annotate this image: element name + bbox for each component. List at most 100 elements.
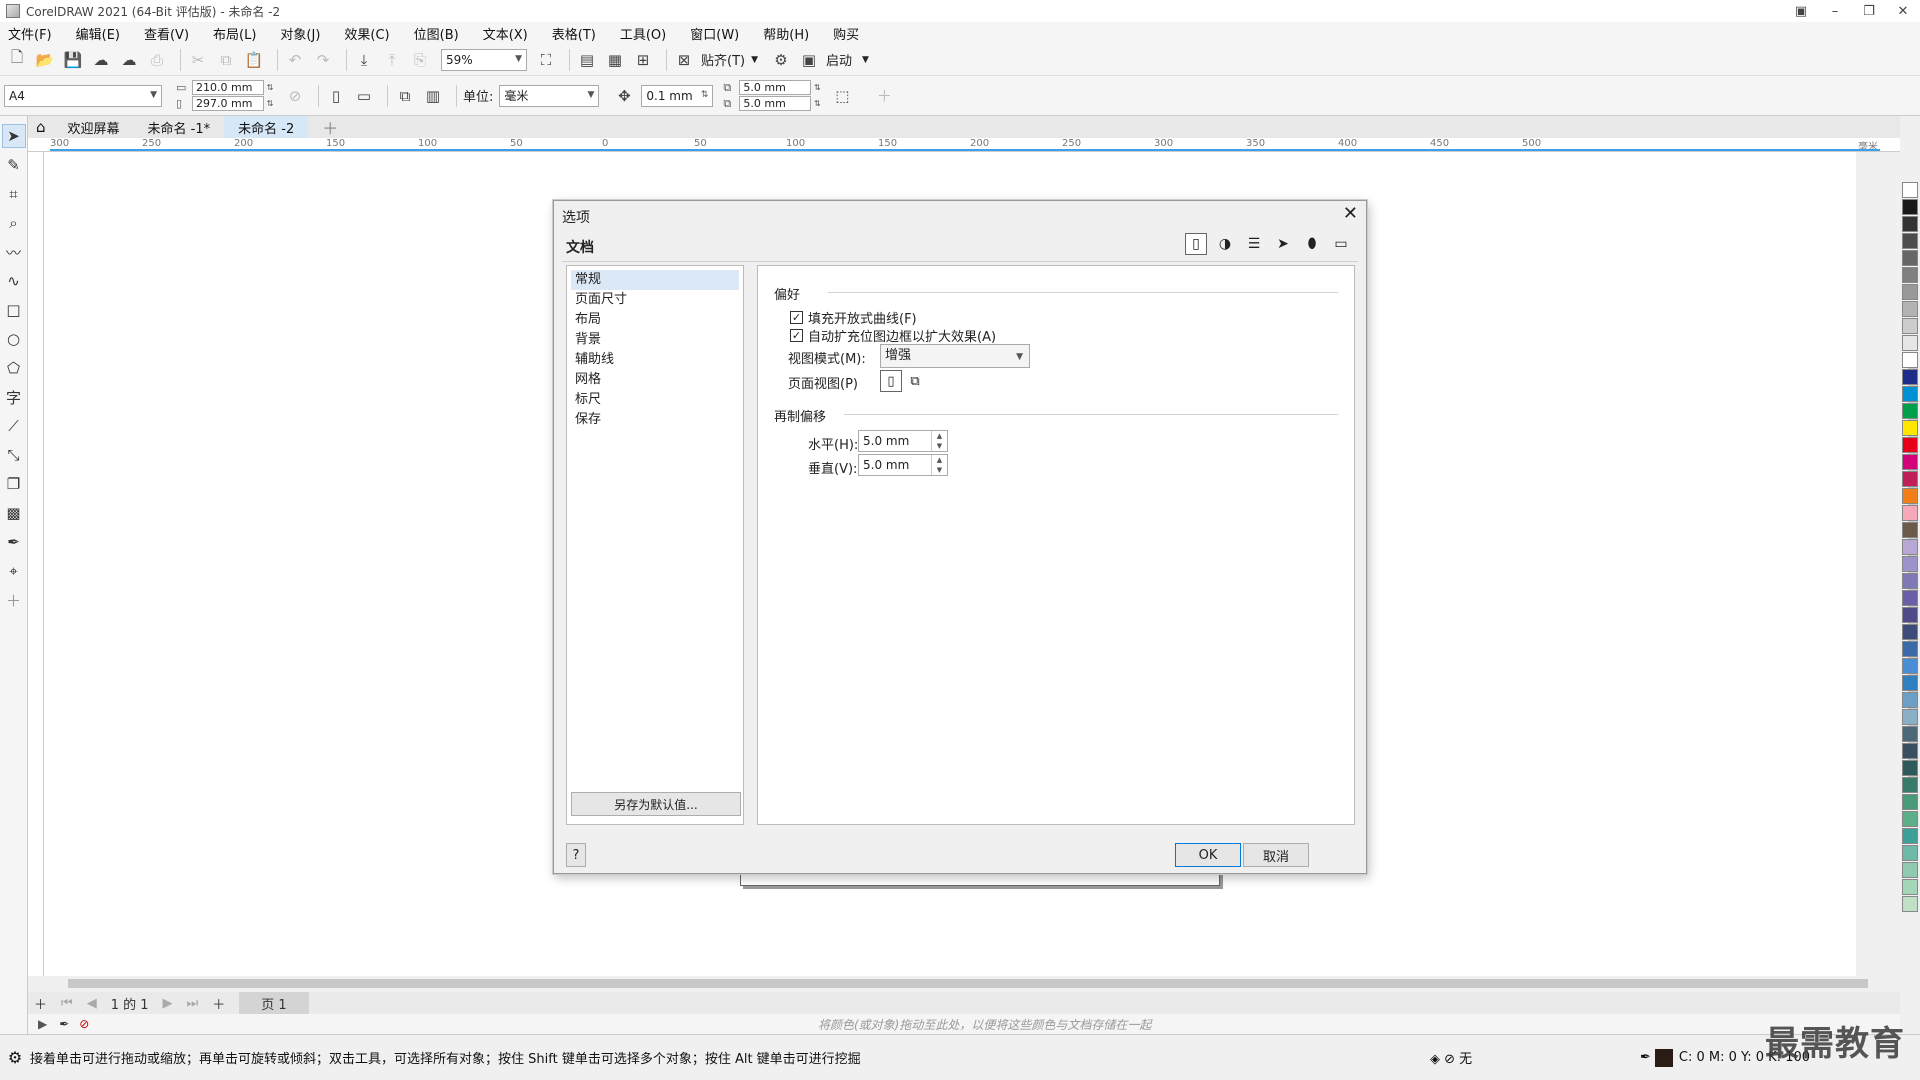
color-swatch[interactable] <box>1902 556 1918 572</box>
next-page-icon[interactable]: ▶ <box>163 996 173 1011</box>
color-swatch[interactable] <box>1902 233 1918 249</box>
show-guidelines-icon[interactable]: ⊞ <box>632 49 654 71</box>
color-swatch[interactable] <box>1902 641 1918 657</box>
color-swatch[interactable] <box>1902 896 1918 912</box>
paste-icon[interactable]: 📋 <box>243 49 265 71</box>
no-color-icon[interactable]: ⊘ <box>79 1017 89 1031</box>
scroll-thumb[interactable] <box>68 979 1868 988</box>
interactive-fill-icon[interactable]: ⌖ <box>2 559 26 583</box>
menu-tools[interactable]: 工具(O) <box>620 24 666 43</box>
spinner-icon[interactable]: ⇅ <box>811 83 823 92</box>
snap-off-icon[interactable]: ⊠ <box>673 49 695 71</box>
menu-buy[interactable]: 购买 <box>833 24 859 43</box>
color-swatch[interactable] <box>1902 250 1918 266</box>
color-swatch[interactable] <box>1902 318 1918 334</box>
last-page-icon[interactable]: ⏭ <box>187 996 199 1011</box>
color-swatch[interactable] <box>1902 335 1918 351</box>
add-page-icon[interactable]: ＋ <box>34 994 47 1013</box>
global-settings-icon[interactable]: ☰ <box>1243 233 1265 255</box>
menu-object[interactable]: 对象(J) <box>280 24 320 43</box>
eyedropper-icon[interactable]: ✒ <box>59 1017 69 1031</box>
color-swatch[interactable] <box>1902 352 1918 368</box>
menu-view[interactable]: 查看(V) <box>144 24 189 43</box>
dup-v-input[interactable]: 5.0 mm <box>739 96 812 111</box>
color-swatch[interactable] <box>1902 675 1918 691</box>
vertical-offset-input[interactable]: 5.0 mm ▲ ▼ <box>858 454 948 476</box>
color-swatch[interactable] <box>1902 420 1918 436</box>
parallel-dimension-icon[interactable]: ⟋ <box>2 414 26 438</box>
tab-welcome[interactable]: 欢迎屏幕 <box>54 116 134 138</box>
category-save[interactable]: 保存 <box>567 410 743 430</box>
multi-page-view-icon[interactable]: ⧉ <box>904 370 926 392</box>
menu-help[interactable]: 帮助(H) <box>763 24 809 43</box>
export-icon[interactable]: ⤒ <box>381 49 403 71</box>
zoom-combo[interactable]: 59% ▼ <box>441 48 527 71</box>
color-swatch[interactable] <box>1902 403 1918 419</box>
color-swatch[interactable] <box>1902 760 1918 776</box>
color-swatch[interactable] <box>1902 828 1918 844</box>
tab-untitled-2[interactable]: 未命名 -2 <box>224 116 309 138</box>
menu-file[interactable]: 文件(F) <box>8 24 52 43</box>
import-icon[interactable]: ⤓ <box>353 49 375 71</box>
launch-icon[interactable]: ▣ <box>798 49 820 71</box>
spinner-icon[interactable]: ⇅ <box>264 83 276 92</box>
new-tab-icon[interactable]: ＋ <box>308 116 352 138</box>
color-swatch[interactable] <box>1902 624 1918 640</box>
restore-icon[interactable]: ▣ <box>1784 0 1818 22</box>
color-swatch[interactable] <box>1902 658 1918 674</box>
color-swatch[interactable] <box>1902 454 1918 470</box>
menu-edit[interactable]: 编辑(E) <box>76 24 120 43</box>
spinner-icon[interactable]: ⇅ <box>264 99 276 108</box>
cloud-download-icon[interactable]: ☁ <box>90 49 112 71</box>
color-icon[interactable]: ◑ <box>1214 233 1236 255</box>
menu-table[interactable]: 表格(T) <box>552 24 596 43</box>
new-document-icon[interactable]: 🗋 <box>6 48 28 71</box>
menu-bitmaps[interactable]: 位图(B) <box>414 24 459 43</box>
add-tool-icon[interactable]: ＋ <box>2 588 26 612</box>
spinner-icon[interactable]: ⇅ <box>811 99 823 108</box>
treat-as-filled-icon[interactable]: ⬚ <box>831 85 853 107</box>
color-swatch[interactable] <box>1902 590 1918 606</box>
show-rulers-icon[interactable]: ▤ <box>576 49 598 71</box>
tab-untitled-1[interactable]: 未命名 -1* <box>134 116 225 138</box>
cloud-upload-icon[interactable]: ☁ <box>118 49 140 71</box>
color-swatch[interactable] <box>1902 726 1918 742</box>
workspace-icon[interactable]: ▭ <box>1330 233 1352 255</box>
freehand-tool-icon[interactable]: 〰 <box>2 240 26 264</box>
color-swatch[interactable] <box>1902 369 1918 385</box>
lock-ratio-icon[interactable]: ⊘ <box>284 85 306 107</box>
color-swatch[interactable] <box>1902 386 1918 402</box>
landscape-icon[interactable]: ▭ <box>353 85 375 107</box>
menu-text[interactable]: 文本(X) <box>483 24 528 43</box>
color-swatch[interactable] <box>1902 573 1918 589</box>
color-swatch[interactable] <box>1902 692 1918 708</box>
color-swatch[interactable] <box>1902 522 1918 538</box>
show-grid-icon[interactable]: ▦ <box>604 49 626 71</box>
color-swatch[interactable] <box>1902 777 1918 793</box>
menu-effects[interactable]: 效果(C) <box>344 24 389 43</box>
color-swatch[interactable] <box>1902 539 1918 555</box>
color-swatch[interactable] <box>1902 437 1918 453</box>
nudge-input[interactable]: 0.1 mm ⇅ <box>641 84 714 107</box>
color-swatch[interactable] <box>1902 267 1918 283</box>
category-guidelines[interactable]: 辅助线 <box>567 350 743 370</box>
text-tool-icon[interactable]: 字 <box>2 385 26 409</box>
category-grid[interactable]: 网格 <box>567 370 743 390</box>
print-icon[interactable]: ⎙ <box>146 49 168 71</box>
pick-tool-icon[interactable]: ➤ <box>1 124 26 148</box>
customization-icon[interactable]: ⬮ <box>1301 233 1323 255</box>
expand-icon[interactable]: ▶ <box>38 1017 47 1031</box>
home-icon[interactable]: ⌂ <box>28 116 54 138</box>
tools-pointer-icon[interactable]: ➤ <box>1272 233 1294 255</box>
close-icon[interactable]: ✕ <box>1886 0 1920 22</box>
redo-icon[interactable]: ↷ <box>312 49 334 71</box>
drop-shadow-icon[interactable]: ❐ <box>2 472 26 496</box>
open-icon[interactable]: 📂 <box>34 49 56 71</box>
color-swatch[interactable] <box>1902 794 1918 810</box>
fill-open-curves-checkbox[interactable]: ✓ 填充开放式曲线(F) <box>790 308 917 327</box>
dup-h-input[interactable]: 5.0 mm <box>739 80 812 95</box>
color-swatch[interactable] <box>1902 284 1918 300</box>
single-page-view-icon[interactable]: ▯ <box>880 370 902 392</box>
menu-window[interactable]: 窗口(W) <box>690 24 739 43</box>
category-layout[interactable]: 布局 <box>567 310 743 330</box>
